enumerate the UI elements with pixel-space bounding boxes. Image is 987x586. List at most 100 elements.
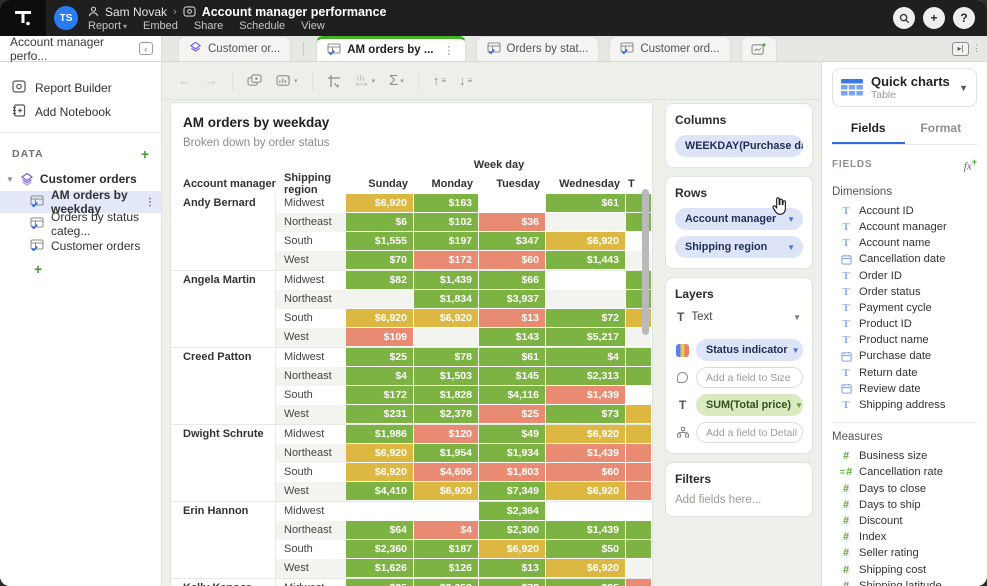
data-cell[interactable]: $25 — [346, 579, 414, 586]
data-cell[interactable]: $61 — [546, 194, 626, 213]
field-item-return-date[interactable]: TReturn date — [832, 365, 977, 381]
tab-customer-ord-[interactable]: Customer ord... — [609, 36, 730, 61]
data-cell-thursday-partial[interactable] — [626, 348, 652, 367]
add-sheet-button[interactable]: + — [34, 261, 42, 277]
data-cell-thursday-partial[interactable] — [626, 579, 652, 586]
field-item-payment-cycle[interactable]: TPayment cycle — [832, 300, 977, 316]
data-cell[interactable]: $347 — [479, 232, 546, 251]
data-cell[interactable] — [346, 290, 414, 309]
data-cell[interactable]: $6,920 — [414, 482, 479, 501]
data-cell[interactable]: $6,920 — [346, 309, 414, 328]
data-cell[interactable]: $6,920 — [346, 444, 414, 463]
data-cell[interactable]: $4,116 — [479, 386, 546, 405]
data-cell[interactable]: $25 — [546, 579, 626, 586]
data-cell[interactable]: $1,439 — [546, 521, 626, 540]
data-cell[interactable] — [414, 328, 479, 347]
field-item-business-size[interactable]: #Business size — [832, 448, 977, 464]
data-cell[interactable]: $1,954 — [414, 444, 479, 463]
data-cell[interactable]: $78 — [414, 348, 479, 367]
data-cell[interactable]: $1,503 — [414, 367, 479, 386]
data-cell[interactable]: $3,937 — [479, 290, 546, 309]
menu-item-view[interactable]: View — [301, 20, 325, 32]
data-cell[interactable]: $2,300 — [479, 521, 546, 540]
tab-format[interactable]: Format — [905, 115, 978, 144]
data-cell-thursday-partial[interactable] — [626, 405, 652, 424]
undo-button[interactable]: ← — [178, 73, 191, 88]
data-cell[interactable]: $145 — [479, 367, 546, 386]
menu-item-embed[interactable]: Embed — [143, 20, 178, 32]
data-cell[interactable]: $60 — [479, 251, 546, 270]
data-cell-thursday-partial[interactable] — [626, 367, 652, 386]
data-cell[interactable]: $6,920 — [479, 540, 546, 559]
data-cell[interactable]: $66 — [479, 271, 546, 290]
data-cell[interactable]: $1,443 — [546, 251, 626, 270]
data-cell[interactable]: $82 — [346, 271, 414, 290]
field-item-discount[interactable]: #Discount — [832, 513, 977, 529]
tab-menu-icon[interactable]: ⋮ — [444, 44, 455, 57]
field-item-review-date[interactable]: Review date — [832, 381, 977, 397]
field-item-days-to-ship[interactable]: #Days to ship — [832, 497, 977, 513]
add-data-button[interactable]: + — [141, 146, 149, 162]
data-cell[interactable] — [546, 290, 626, 309]
tab-orders-by-stat-[interactable]: Orders by stat... — [476, 36, 600, 61]
data-cell[interactable]: $1,626 — [346, 559, 414, 578]
redo-button[interactable]: → — [205, 73, 218, 88]
data-cell-thursday-partial[interactable] — [626, 521, 652, 540]
add-button[interactable]: + — [923, 7, 945, 29]
sidebar-sheet-orders-by-status-categ-[interactable]: Orders by status categ... — [0, 213, 161, 235]
data-cell[interactable]: $4 — [414, 521, 479, 540]
data-cell[interactable]: $1,803 — [479, 463, 546, 482]
sidebar-item-add-notebook[interactable]: Add Notebook — [0, 100, 161, 124]
data-cell[interactable]: $2,313 — [546, 367, 626, 386]
data-cell-thursday-partial[interactable] — [626, 482, 652, 501]
data-cell[interactable]: $6,920 — [546, 232, 626, 251]
data-cell[interactable]: $13 — [479, 309, 546, 328]
data-cell[interactable]: $64 — [346, 521, 414, 540]
data-cell[interactable]: $109 — [346, 328, 414, 347]
data-cell[interactable]: $50 — [546, 540, 626, 559]
menu-item-share[interactable]: Share — [194, 20, 223, 32]
help-button[interactable]: ? — [953, 7, 975, 29]
data-cell[interactable]: $2,360 — [346, 540, 414, 559]
data-cell-thursday-partial[interactable] — [626, 386, 652, 405]
layer-type-select[interactable]: T Text ▼ — [675, 309, 803, 333]
table-scrollbar[interactable] — [642, 189, 649, 335]
data-cell[interactable] — [414, 502, 479, 521]
data-cell-thursday-partial[interactable] — [626, 463, 652, 482]
data-cell[interactable] — [546, 502, 626, 521]
data-cell[interactable]: $126 — [414, 559, 479, 578]
app-logo[interactable] — [0, 0, 46, 36]
field-item-account-name[interactable]: TAccount name — [832, 235, 977, 251]
data-cell[interactable]: $4,410 — [346, 482, 414, 501]
data-cell[interactable]: $6,920 — [414, 309, 479, 328]
data-cell-thursday-partial[interactable] — [626, 540, 652, 559]
data-cell[interactable]: $1,934 — [479, 444, 546, 463]
data-cell[interactable]: $102 — [414, 213, 479, 232]
data-cell[interactable]: $1,439 — [546, 386, 626, 405]
data-cell[interactable]: $2,378 — [414, 405, 479, 424]
data-cell[interactable]: $143 — [479, 328, 546, 347]
data-cell[interactable]: $1,986 — [346, 425, 414, 444]
tab-customer-or-[interactable]: Customer or... — [178, 36, 291, 61]
data-cell[interactable]: $1,834 — [414, 290, 479, 309]
data-cell[interactable] — [346, 502, 414, 521]
data-cell[interactable]: $1,439 — [546, 444, 626, 463]
field-item-shipping-cost[interactable]: #Shipping cost — [832, 561, 977, 577]
field-pill-status-indicator[interactable]: Status indicator▼ — [696, 339, 803, 361]
transpose-button[interactable] — [327, 74, 341, 88]
filters-dropzone[interactable]: Add fields here... — [675, 494, 803, 506]
data-cell[interactable]: $6,920 — [346, 194, 414, 213]
data-cell[interactable]: $197 — [414, 232, 479, 251]
data-cell[interactable]: $4 — [346, 367, 414, 386]
add-formula-button[interactable]: fx+ — [964, 157, 977, 173]
data-cell[interactable]: $6,920 — [346, 463, 414, 482]
data-cell[interactable]: $172 — [414, 251, 479, 270]
data-cell-thursday-partial[interactable] — [626, 502, 652, 521]
data-cell[interactable]: $187 — [414, 540, 479, 559]
chart-type-selector[interactable]: Quick charts Table ▼ — [832, 68, 977, 107]
data-cell[interactable]: $25 — [346, 348, 414, 367]
field-dropzone[interactable]: Add a field to Detail — [696, 422, 803, 443]
field-item-product-name[interactable]: TProduct name — [832, 332, 977, 348]
data-cell[interactable]: $4,606 — [414, 463, 479, 482]
data-cell[interactable]: $6,920 — [546, 482, 626, 501]
